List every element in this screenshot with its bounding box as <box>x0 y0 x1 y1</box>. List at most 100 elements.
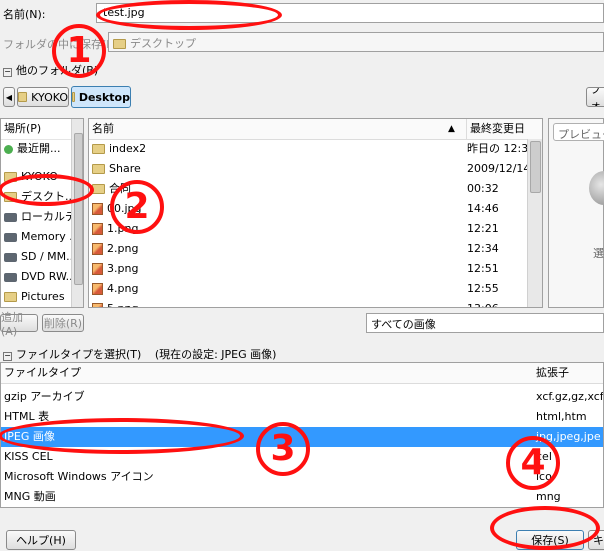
filetype-header: ファイルタイプ 拡張子 <box>1 363 603 384</box>
filetype-name: gzip アーカイブ <box>4 390 85 403</box>
folder-icon <box>4 172 17 182</box>
preview-side-text: 選 <box>593 247 604 260</box>
filetype-ext: xcf.gz,gz,xcfgz <box>536 390 604 403</box>
file-name: 2.png <box>107 242 139 255</box>
file-row[interactable]: Share 2009/12/14 <box>89 159 542 179</box>
filetype-row[interactable]: HTML 表 html,htm <box>1 407 603 427</box>
file-list-header: 名前 ▲ 最終変更日 <box>89 119 542 140</box>
path-back-button[interactable]: ◀ <box>3 87 15 107</box>
filter-combo[interactable]: すべての画像 <box>366 313 604 333</box>
file-row[interactable]: 2.png 12:34 <box>89 239 542 259</box>
path-button-label: Desktop <box>78 90 130 104</box>
preview-panel: プレビュー( 選 <box>548 118 604 308</box>
file-name: 合同 <box>109 182 131 195</box>
path-button-kyoko[interactable]: KYOKO <box>17 87 69 107</box>
add-place-button[interactable]: 追加(A) <box>0 311 38 338</box>
file-modified: 12:51 <box>467 262 499 275</box>
image-file-icon <box>92 223 103 235</box>
preview-label-box[interactable]: プレビュー( <box>553 123 604 141</box>
filetype-row[interactable]: JPEG 画像 jpg,jpeg,jpe <box>1 427 603 447</box>
folder-icon <box>72 92 75 102</box>
collapse-icon: − <box>3 67 12 77</box>
file-list: 名前 ▲ 最終変更日 index2 昨日の 12:38 Share 2009/12/1… <box>88 118 543 308</box>
file-name: index2 <box>109 142 147 155</box>
name-input[interactable]: test.jpg <box>96 3 604 23</box>
folder-icon <box>92 184 105 194</box>
filetype-row[interactable]: Microsoft Windows アイコン ico <box>1 467 603 487</box>
image-file-icon <box>92 263 103 275</box>
file-row[interactable]: 4.png 12:55 <box>89 279 542 299</box>
help-button[interactable]: ヘルプ(H) <box>6 530 76 550</box>
folder-icon <box>113 39 126 49</box>
browse-folders-toggle[interactable]: − 他のフォルダ(B) <box>3 62 98 78</box>
places-scroll-thumb[interactable] <box>74 133 83 285</box>
column-ext-header[interactable]: 拡張子 <box>536 363 569 383</box>
create-folder-button[interactable]: フォ <box>586 87 604 107</box>
create-folder-label: フォ <box>590 87 601 107</box>
drive-icon <box>4 232 17 242</box>
column-name-header[interactable]: 名前 <box>92 119 114 139</box>
filetype-ext: jpg,jpeg,jpe <box>536 430 601 443</box>
file-row[interactable]: 00.jpg 14:46 <box>89 199 542 219</box>
image-file-icon <box>92 203 103 215</box>
filetype-list: ファイルタイプ 拡張子 gzip アーカイブ xcf.gz,gz,xcfgz HTM… <box>0 362 604 508</box>
left-arrow-icon: ◀ <box>5 92 13 102</box>
save-in-folder-value: デスクトップ <box>130 37 196 50</box>
filetype-name: JPEG 画像 <box>4 430 55 443</box>
sort-up-icon: ▲ <box>448 124 455 134</box>
file-name: 00.jpg <box>107 202 142 215</box>
image-file-icon <box>92 283 103 295</box>
filetype-ext: mng <box>536 490 561 503</box>
image-file-icon <box>92 243 103 255</box>
file-name: 4.png <box>107 282 139 295</box>
save-button[interactable]: 保存(S) <box>516 530 584 550</box>
file-modified: 12:55 <box>467 282 499 295</box>
name-label: 名前(N): <box>3 8 46 21</box>
column-modified-header[interactable]: 最終変更日 <box>466 119 525 139</box>
browse-folders-label: 他のフォルダ(B) <box>16 64 99 77</box>
file-name: 3.png <box>107 262 139 275</box>
folder-icon <box>4 292 17 302</box>
filetype-ext: cel <box>536 450 552 463</box>
file-row[interactable]: 3.png 12:51 <box>89 259 542 279</box>
filetype-current: (現在の設定: JPEG 画像) <box>154 348 277 361</box>
folder-icon <box>92 144 105 154</box>
file-name: 5.png <box>107 302 138 307</box>
remove-place-button[interactable]: 削除(R) <box>42 314 84 332</box>
file-modified: 昨日の 12:38 <box>467 142 536 155</box>
file-row[interactable]: 1.png 12:21 <box>89 219 542 239</box>
file-modified: 13:06 <box>467 299 499 307</box>
preview-placeholder-icon <box>589 171 604 205</box>
filetype-ext: html,htm <box>536 410 587 423</box>
folder-icon <box>18 92 28 102</box>
recent-icon <box>4 144 13 154</box>
collapse-icon: − <box>3 351 12 361</box>
file-list-scrollbar[interactable] <box>527 139 542 307</box>
file-row[interactable]: 5.png 13:06 <box>89 299 542 307</box>
folder-icon <box>4 192 17 202</box>
places-scrollbar[interactable] <box>71 119 83 307</box>
path-button-label: KYOKO <box>31 90 68 104</box>
folder-icon <box>92 164 105 174</box>
save-in-folder-combo[interactable]: デスクトップ <box>108 32 604 52</box>
file-modified: 12:34 <box>467 242 499 255</box>
column-type-header[interactable]: ファイルタイプ <box>4 363 81 383</box>
file-row[interactable]: 合同 00:32 <box>89 179 542 199</box>
path-button-desktop[interactable]: Desktop <box>71 86 131 108</box>
name-input-value: test.jpg <box>103 6 145 19</box>
cancel-button-partial[interactable]: キ <box>588 530 604 550</box>
filetype-toggle[interactable]: − ファイルタイプを選択(T) (現在の設定: JPEG 画像) <box>3 346 276 362</box>
filetype-row[interactable]: KISS CEL cel <box>1 447 603 467</box>
file-modified: 14:46 <box>467 202 499 215</box>
filetype-row[interactable]: gzip アーカイブ xcf.gz,gz,xcfgz <box>1 387 603 407</box>
filetype-name: HTML 表 <box>4 410 50 423</box>
drive-icon <box>4 212 17 222</box>
file-scroll-thumb[interactable] <box>530 141 541 193</box>
filetype-name: KISS CEL <box>4 450 53 463</box>
filetype-ext: ico <box>536 470 552 483</box>
file-row[interactable]: index2 昨日の 12:38 <box>89 139 542 159</box>
places-panel: 場所(P) 最近開... KYOKO デスクト... ローカルデ... Memo… <box>0 118 84 308</box>
filetype-row[interactable]: MNG 動画 mng <box>1 487 603 507</box>
file-name: Share <box>109 162 141 175</box>
filetype-name: MNG 動画 <box>4 490 56 503</box>
